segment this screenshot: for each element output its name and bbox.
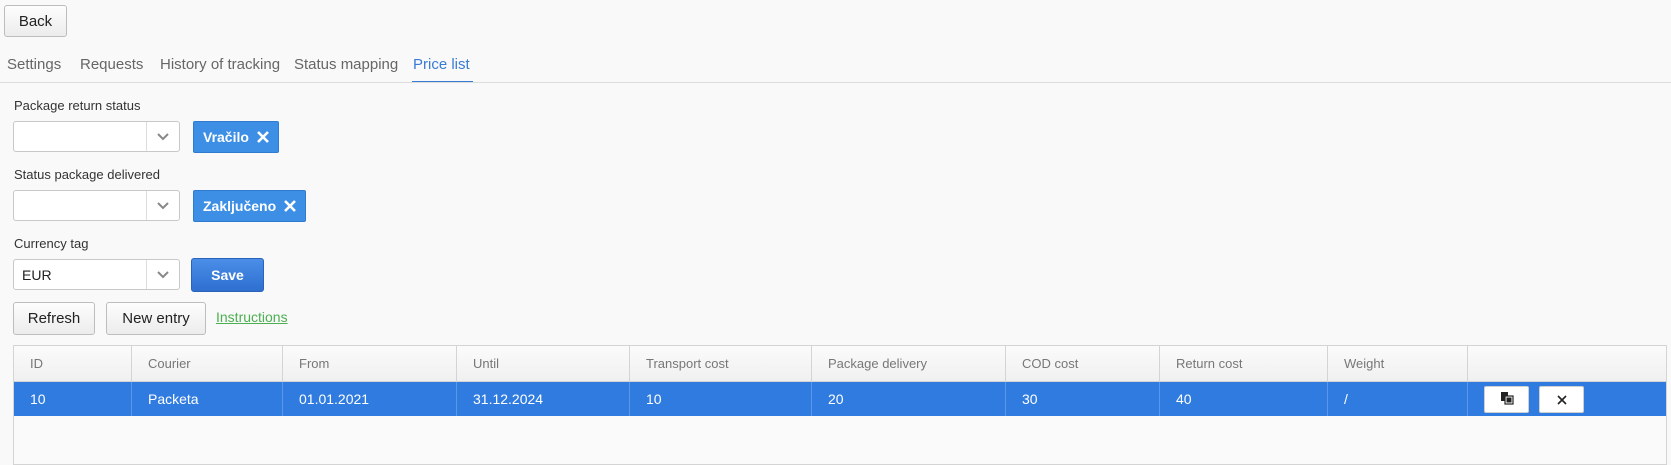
tab-bar: Settings Requests History of tracking St… (0, 46, 1671, 83)
tab-status-mapping[interactable]: Status mapping (294, 56, 398, 81)
delivered-status-label: Status package delivered (14, 167, 160, 182)
chevron-down-icon[interactable] (146, 191, 179, 220)
new-entry-button[interactable]: New entry (106, 302, 206, 335)
table-row[interactable]: 10 Packeta 01.01.2021 31.12.2024 10 20 3… (14, 382, 1666, 416)
column-header-cod-cost[interactable]: COD cost (1006, 346, 1160, 381)
column-header-until[interactable]: Until (457, 346, 630, 381)
column-header-actions (1468, 346, 1668, 381)
refresh-button[interactable]: Refresh (13, 302, 95, 335)
table-header: ID Courier From Until Transport cost Pac… (14, 346, 1666, 382)
column-header-weight[interactable]: Weight (1328, 346, 1468, 381)
return-status-tag: Vračilo (193, 121, 279, 153)
cell-from: 01.01.2021 (283, 382, 457, 416)
return-status-tag-label: Vračilo (203, 129, 249, 145)
chevron-down-icon[interactable] (146, 260, 179, 289)
close-icon[interactable] (257, 131, 269, 143)
delivered-status-tag-label: Zaključeno (203, 198, 277, 214)
cell-return-cost: 40 (1160, 382, 1328, 416)
cell-transport-cost: 10 (630, 382, 812, 416)
return-status-select[interactable] (13, 121, 180, 152)
column-header-id[interactable]: ID (14, 346, 132, 381)
column-header-transport-cost[interactable]: Transport cost (630, 346, 812, 381)
currency-value: EUR (22, 267, 52, 283)
delete-row-button[interactable] (1539, 386, 1584, 413)
cell-until: 31.12.2024 (457, 382, 630, 416)
instructions-link[interactable]: Instructions (216, 309, 288, 325)
copy-row-button[interactable] (1484, 386, 1529, 413)
tab-history-of-tracking[interactable]: History of tracking (160, 56, 280, 81)
delivered-status-select[interactable] (13, 190, 180, 221)
cell-weight: / (1328, 382, 1468, 416)
column-header-courier[interactable]: Courier (132, 346, 283, 381)
cell-id: 10 (14, 382, 132, 416)
chevron-down-icon[interactable] (146, 122, 179, 151)
close-icon (1556, 392, 1567, 408)
return-status-label: Package return status (14, 98, 141, 113)
copy-icon (1500, 391, 1514, 408)
close-icon[interactable] (284, 200, 297, 212)
tab-settings[interactable]: Settings (7, 56, 61, 81)
column-header-package-delivery[interactable]: Package delivery (812, 346, 1006, 381)
cell-package-delivery: 20 (812, 382, 1006, 416)
column-header-return-cost[interactable]: Return cost (1160, 346, 1328, 381)
tab-price-list[interactable]: Price list (412, 56, 473, 82)
delivered-status-tag: Zaključeno (193, 190, 307, 222)
currency-label: Currency tag (14, 236, 89, 251)
cell-cod-cost: 30 (1006, 382, 1160, 416)
cell-courier: Packeta (132, 382, 283, 416)
tab-requests[interactable]: Requests (80, 56, 143, 81)
back-button[interactable]: Back (4, 5, 67, 37)
save-button[interactable]: Save (191, 258, 264, 292)
price-list-table: ID Courier From Until Transport cost Pac… (13, 345, 1667, 465)
column-header-from[interactable]: From (283, 346, 457, 381)
currency-select[interactable]: EUR (13, 259, 180, 290)
